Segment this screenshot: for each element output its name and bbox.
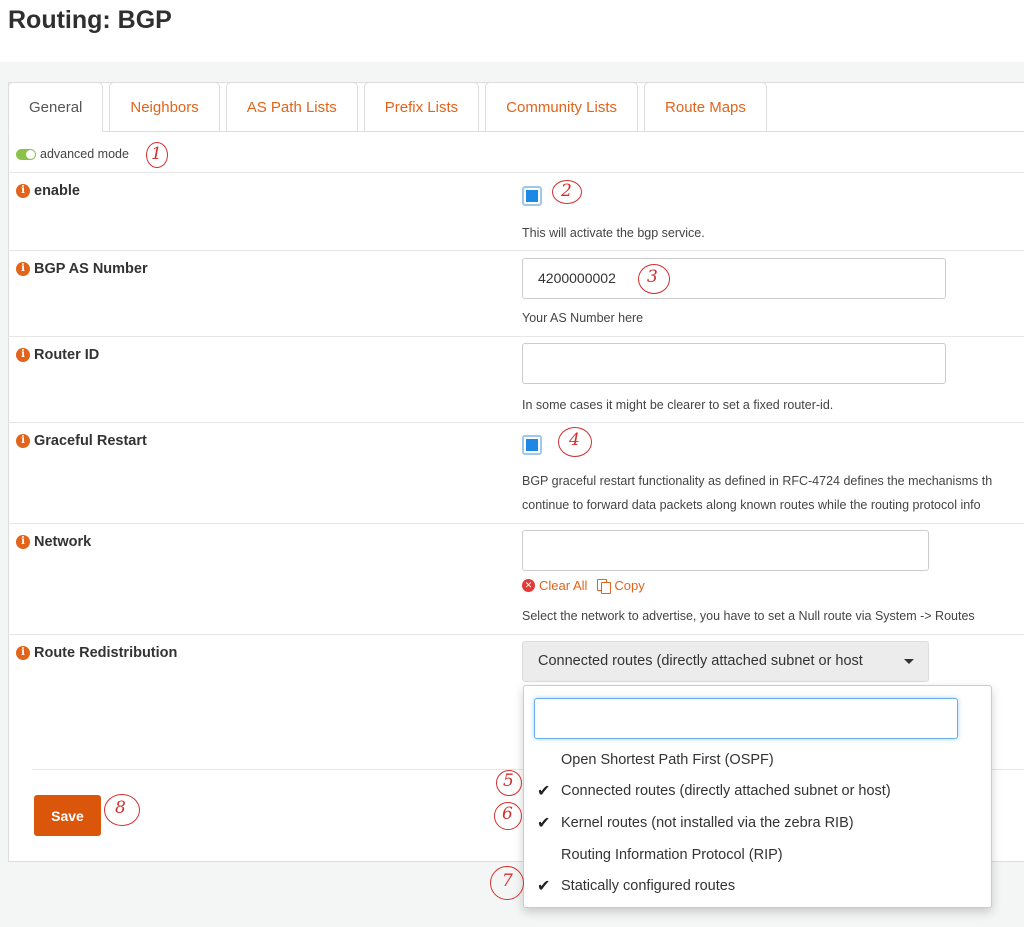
option-connected[interactable]: ✔ Connected routes (directly attached su…: [524, 776, 991, 807]
option-label: Routing Information Protocol (RIP): [561, 847, 783, 863]
toggle-switch-icon[interactable]: [16, 148, 36, 160]
router-id-help: In some cases it might be clearer to set…: [522, 398, 834, 412]
info-icon[interactable]: i: [16, 646, 30, 660]
as-number-label: i BGP AS Number: [16, 261, 148, 277]
graceful-restart-help-line2: continue to forward data packets along k…: [522, 498, 981, 512]
select-value: Connected routes (directly attached subn…: [538, 653, 863, 669]
annotation-6: 6: [502, 804, 513, 824]
tab-community-lists[interactable]: Community Lists: [485, 82, 639, 132]
network-actions: ✕ Clear All Copy: [522, 578, 645, 594]
row-divider: [8, 523, 1024, 524]
checkmark-icon: ✔: [537, 815, 551, 832]
router-id-label-text: Router ID: [34, 347, 100, 363]
option-rip[interactable]: Routing Information Protocol (RIP): [524, 840, 991, 871]
dropdown-search-input[interactable]: [534, 698, 958, 739]
clear-icon: ✕: [522, 579, 535, 592]
option-label: Kernel routes (not installed via the zeb…: [561, 815, 854, 831]
router-id-label: i Router ID: [16, 347, 99, 363]
option-static[interactable]: ✔ Statically configured routes: [524, 871, 991, 902]
enable-label: i enable: [16, 183, 80, 199]
option-label: Statically configured routes: [561, 878, 736, 894]
graceful-restart-help-line1: BGP graceful restart functionality as de…: [522, 474, 993, 488]
enable-help: This will activate the bgp service.: [522, 226, 705, 240]
network-help: Select the network to advertise, you hav…: [522, 609, 975, 623]
option-label: Open Shortest Path First (OSPF): [561, 752, 774, 768]
network-label-text: Network: [34, 534, 92, 550]
info-icon[interactable]: i: [16, 262, 30, 276]
annotation-7: 7: [502, 871, 513, 891]
router-id-input[interactable]: [522, 343, 946, 384]
clear-all-link[interactable]: ✕ Clear All: [522, 578, 587, 593]
info-icon[interactable]: i: [16, 434, 30, 448]
tab-prefix-lists[interactable]: Prefix Lists: [363, 82, 480, 132]
route-redistribution-dropdown: Open Shortest Path First (OSPF) ✔ Connec…: [523, 685, 992, 908]
route-redistribution-label: i Route Redistribution: [16, 645, 177, 661]
copy-link[interactable]: Copy: [597, 578, 645, 594]
annotation-2: 2: [561, 181, 572, 201]
row-divider: [8, 422, 1024, 423]
annotation-1: 1: [151, 144, 162, 164]
tab-bar: General Neighbors AS Path Lists Prefix L…: [8, 82, 773, 132]
route-redistribution-label-text: Route Redistribution: [34, 645, 178, 661]
option-label: Connected routes (directly attached subn…: [561, 783, 891, 799]
copy-icon: [597, 578, 612, 594]
as-number-label-text: BGP AS Number: [34, 261, 148, 277]
page-title: Routing: BGP: [8, 6, 172, 34]
clear-all-label: Clear All: [539, 578, 588, 593]
annotation-5: 5: [503, 771, 514, 791]
as-number-input[interactable]: 4200000002: [522, 258, 946, 299]
save-button[interactable]: Save: [34, 795, 101, 836]
checkmark-icon: ✔: [537, 783, 551, 800]
checkmark-icon: ✔: [537, 878, 551, 895]
network-input[interactable]: [522, 530, 929, 571]
enable-checkbox[interactable]: [522, 186, 542, 206]
row-divider: [8, 634, 1024, 635]
as-number-help: Your AS Number here: [522, 311, 644, 325]
advanced-mode-toggle[interactable]: advanced mode: [16, 147, 129, 161]
annotation-4: 4: [569, 430, 580, 450]
tab-route-maps[interactable]: Route Maps: [644, 82, 767, 132]
graceful-restart-label: i Graceful Restart: [16, 433, 147, 449]
row-divider: [8, 336, 1024, 337]
info-icon[interactable]: i: [16, 535, 30, 549]
graceful-restart-label-text: Graceful Restart: [34, 433, 147, 449]
graceful-restart-checkbox[interactable]: [522, 435, 542, 455]
row-divider: [8, 172, 1024, 173]
option-kernel[interactable]: ✔ Kernel routes (not installed via the z…: [524, 808, 991, 839]
tab-divider: [8, 131, 1024, 132]
copy-label: Copy: [614, 578, 645, 593]
annotation-3: 3: [647, 267, 658, 287]
caret-down-icon: [904, 659, 914, 664]
tab-general[interactable]: General: [8, 82, 104, 132]
network-label: i Network: [16, 534, 91, 550]
annotation-8: 8: [115, 798, 126, 818]
info-icon[interactable]: i: [16, 348, 30, 362]
route-redistribution-select[interactable]: Connected routes (directly attached subn…: [522, 641, 929, 682]
info-icon[interactable]: i: [16, 184, 30, 198]
tab-neighbors[interactable]: Neighbors: [109, 82, 220, 132]
enable-label-text: enable: [34, 183, 80, 199]
option-ospf[interactable]: Open Shortest Path First (OSPF): [524, 745, 991, 776]
advanced-mode-label: advanced mode: [40, 147, 129, 161]
row-divider: [8, 250, 1024, 251]
tab-as-path-lists[interactable]: AS Path Lists: [225, 82, 358, 132]
